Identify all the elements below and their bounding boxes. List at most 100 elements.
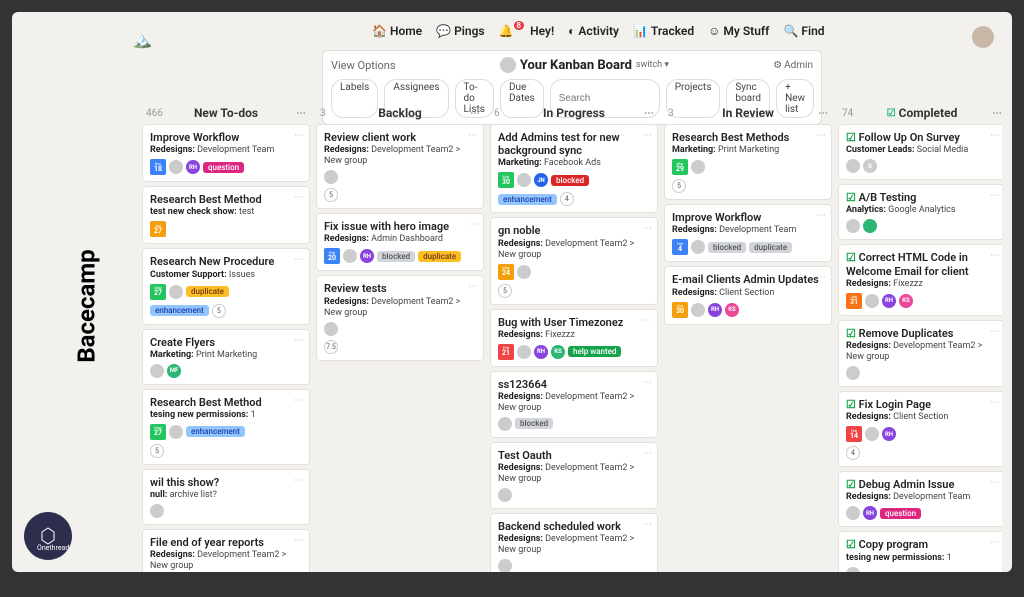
card-menu-icon[interactable]: ⋯ [816, 210, 826, 221]
assignee-avatar[interactable]: B [863, 159, 877, 173]
tag[interactable]: help wanted [568, 346, 621, 357]
card[interactable]: ⋯Research Best Methodtest new check show… [142, 186, 310, 244]
assignee-avatar[interactable]: KS [725, 303, 739, 317]
card[interactable]: ⋯File end of year reportsRedesigns: Deve… [142, 529, 310, 572]
assignee-avatar[interactable] [343, 249, 357, 263]
card-menu-icon[interactable]: ⋯ [642, 315, 652, 326]
card-menu-icon[interactable]: ⋯ [642, 448, 652, 459]
card[interactable]: ⋯ss123664Redesigns: Development Team2 >N… [490, 371, 658, 438]
assignee-avatar[interactable] [324, 170, 338, 184]
card-menu-icon[interactable]: ⋯ [642, 519, 652, 530]
assignee-avatar[interactable]: KS [899, 294, 913, 308]
tag[interactable]: enhancement [150, 305, 209, 316]
assignee-avatar[interactable] [865, 294, 879, 308]
card-menu-icon[interactable]: ⋯ [294, 130, 304, 141]
assignee-avatar[interactable]: RH [708, 303, 722, 317]
tag[interactable]: blocked [551, 175, 589, 186]
tag[interactable]: duplicate [418, 251, 461, 262]
assignee-avatar[interactable] [498, 417, 512, 431]
card-menu-icon[interactable]: ⋯ [816, 130, 826, 141]
assignee-avatar[interactable] [691, 160, 705, 174]
assignee-avatar[interactable] [846, 366, 860, 380]
admin-link[interactable]: ⚙ Admin [773, 60, 813, 71]
tag[interactable]: enhancement [186, 426, 245, 437]
card[interactable]: ⋯☑ Fix Login PageRedesigns: Client Secti… [838, 391, 1002, 467]
user-avatar[interactable] [972, 26, 994, 48]
card[interactable]: ⋯Test OauthRedesigns: Development Team2 … [490, 442, 658, 509]
card[interactable]: ⋯☑ Debug Admin IssueRedesigns: Developme… [838, 471, 1002, 527]
assignee-avatar[interactable]: MF [167, 364, 181, 378]
tag[interactable]: question [880, 508, 921, 519]
card-menu-icon[interactable]: ⋯ [294, 535, 304, 546]
nav-pings[interactable]: 💬Pings [436, 24, 484, 38]
assignee-avatar[interactable]: RH [882, 427, 896, 441]
card[interactable]: ⋯Review testsRedesigns: Development Team… [316, 275, 484, 360]
nav-tracked[interactable]: 📊Tracked [633, 24, 694, 38]
card[interactable]: ⋯Bug with User TimezonezRedesigns: Fixez… [490, 309, 658, 367]
card[interactable]: ⋯Fix issue with hero imageRedesigns: Adm… [316, 213, 484, 271]
tag[interactable]: duplicate [186, 286, 229, 297]
card-menu-icon[interactable]: ⋯ [294, 395, 304, 406]
assignee-avatar[interactable]: RH [863, 506, 877, 520]
assignee-avatar[interactable] [169, 425, 183, 439]
card[interactable]: ⋯☑ Remove DuplicatesRedesigns: Developme… [838, 320, 1002, 387]
card-menu-icon[interactable]: ⋯ [990, 190, 1000, 201]
card-menu-icon[interactable]: ⋯ [642, 377, 652, 388]
card[interactable]: ⋯Research New ProcedureCustomer Support:… [142, 248, 310, 324]
tag[interactable]: blocked [515, 418, 553, 429]
assignee-avatar[interactable]: RH [882, 294, 896, 308]
assignee-avatar[interactable] [863, 219, 877, 233]
card-menu-icon[interactable]: ⋯ [816, 272, 826, 283]
card[interactable]: ⋯☑ Copy programtesing new permissions: 1 [838, 531, 1002, 572]
assignee-avatar[interactable] [691, 240, 705, 254]
card-menu-icon[interactable]: ⋯ [294, 254, 304, 265]
card-menu-icon[interactable]: ⋯ [990, 537, 1000, 548]
assignee-avatar[interactable]: JN [534, 173, 548, 187]
assignee-avatar[interactable] [498, 559, 512, 572]
column-menu-icon[interactable]: ⋯ [818, 108, 828, 119]
card[interactable]: ⋯Research Best Methodtesing new permissi… [142, 389, 310, 465]
column-menu-icon[interactable]: ⋯ [470, 108, 480, 119]
nav-find[interactable]: 🔍Find [783, 24, 824, 38]
assignee-avatar[interactable] [691, 303, 705, 317]
card-menu-icon[interactable]: ⋯ [990, 397, 1000, 408]
tag[interactable]: blocked [708, 242, 746, 253]
card[interactable]: ⋯Improve WorkflowRedesigns: Development … [664, 204, 832, 262]
nav-hey[interactable]: 🔔8Hey! [499, 24, 555, 38]
column-menu-icon[interactable]: ⋯ [992, 108, 1002, 119]
card-menu-icon[interactable]: ⋯ [990, 130, 1000, 141]
card[interactable]: ⋯Create FlyersMarketing: Print Marketing… [142, 329, 310, 385]
tag[interactable]: question [203, 162, 244, 173]
assignee-avatar[interactable] [150, 364, 164, 378]
card[interactable]: ⋯gn nobleRedesigns: Development Team2 >N… [490, 217, 658, 304]
column-menu-icon[interactable]: ⋯ [644, 108, 654, 119]
card[interactable]: ⋯Review client workRedesigns: Developmen… [316, 124, 484, 209]
assignee-avatar[interactable] [846, 159, 860, 173]
assignee-avatar[interactable] [846, 506, 860, 520]
assignee-avatar[interactable] [169, 160, 183, 174]
card[interactable]: ⋯Add Admins test for new background sync… [490, 124, 658, 213]
nav-activity[interactable]: ◐Activity [568, 24, 619, 38]
card[interactable]: ⋯Backend scheduled workRedesigns: Develo… [490, 513, 658, 572]
assignee-avatar[interactable] [846, 567, 860, 573]
assignee-avatar[interactable] [517, 265, 531, 279]
assignee-avatar[interactable]: RH [360, 249, 374, 263]
card-menu-icon[interactable]: ⋯ [990, 250, 1000, 261]
card-menu-icon[interactable]: ⋯ [468, 281, 478, 292]
card-menu-icon[interactable]: ⋯ [642, 223, 652, 234]
assignee-avatar[interactable] [169, 285, 183, 299]
card[interactable]: ⋯wil this show?null: archive list? [142, 469, 310, 525]
assignee-avatar[interactable]: RH [186, 160, 200, 174]
card-menu-icon[interactable]: ⋯ [294, 475, 304, 486]
card-menu-icon[interactable]: ⋯ [642, 130, 652, 141]
card[interactable]: ⋯E-mail Clients Admin UpdatesRedesigns: … [664, 266, 832, 324]
assignee-avatar[interactable] [150, 504, 164, 518]
assignee-avatar[interactable] [865, 427, 879, 441]
card[interactable]: ⋯☑ Follow Up On SurveyCustomer Leads: So… [838, 124, 1002, 180]
card[interactable]: ⋯☑ A/B TestingAnalytics: Google Analytic… [838, 184, 1002, 240]
card-menu-icon[interactable]: ⋯ [294, 192, 304, 203]
assignee-avatar[interactable]: RH [534, 345, 548, 359]
card-menu-icon[interactable]: ⋯ [468, 130, 478, 141]
card-menu-icon[interactable]: ⋯ [990, 326, 1000, 337]
tag[interactable]: duplicate [749, 242, 792, 253]
